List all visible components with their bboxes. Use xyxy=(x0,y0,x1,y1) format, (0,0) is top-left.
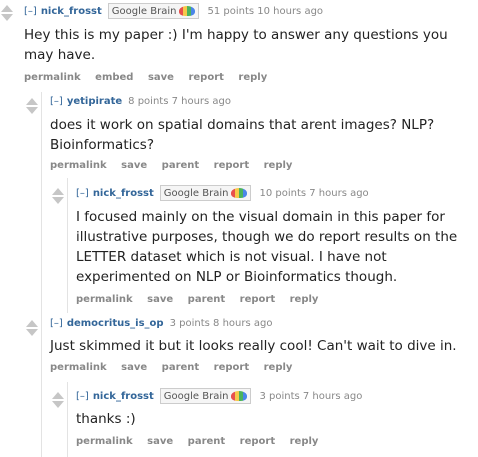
comment-actions: permalink save parent report reply xyxy=(50,160,303,171)
upvote-arrow-icon[interactable] xyxy=(52,392,64,399)
indent-line-level2 xyxy=(67,178,68,313)
reply-button[interactable]: reply xyxy=(264,362,293,373)
vote-arrows xyxy=(26,320,38,336)
score-and-time: 51 points 10 hours ago xyxy=(207,5,324,17)
user-flair: Google Brain xyxy=(159,388,252,404)
score-and-time: 3 points 7 hours ago xyxy=(259,390,363,402)
parent-button[interactable]: parent xyxy=(188,436,226,447)
upvote-arrow-icon[interactable] xyxy=(26,320,38,327)
comment-body: Hey this is my paper :) I'm happy to ans… xyxy=(24,27,448,63)
author-link[interactable]: democritus_is_op xyxy=(67,318,164,329)
reply-button[interactable]: reply xyxy=(290,436,319,447)
collapse-toggle[interactable]: [–] xyxy=(50,318,63,329)
save-button[interactable]: save xyxy=(148,72,174,83)
permalink-button[interactable]: permalink xyxy=(76,436,133,447)
vote-arrows xyxy=(1,5,13,21)
reply-button[interactable]: reply xyxy=(290,294,319,305)
downvote-arrow-icon[interactable] xyxy=(1,14,13,21)
report-button[interactable]: report xyxy=(240,294,275,305)
comment-actions: permalink save parent report reply xyxy=(76,436,329,447)
upvote-arrow-icon[interactable] xyxy=(1,5,13,12)
report-button[interactable]: report xyxy=(188,72,223,83)
save-button[interactable]: save xyxy=(147,436,173,447)
save-button[interactable]: save xyxy=(121,160,147,171)
save-button[interactable]: save xyxy=(147,294,173,305)
collapse-toggle[interactable]: [–] xyxy=(76,391,89,402)
permalink-button[interactable]: permalink xyxy=(24,72,81,83)
parent-button[interactable]: parent xyxy=(188,294,226,305)
flair-text: Google Brain xyxy=(163,390,229,402)
reply-button[interactable]: reply xyxy=(264,160,293,171)
user-flair: Google Brain xyxy=(107,3,200,19)
downvote-arrow-icon[interactable] xyxy=(26,329,38,336)
parent-button[interactable]: parent xyxy=(162,160,200,171)
report-button[interactable]: report xyxy=(214,160,249,171)
permalink-button[interactable]: permalink xyxy=(50,160,107,171)
parent-button[interactable]: parent xyxy=(162,362,200,373)
permalink-button[interactable]: permalink xyxy=(76,294,133,305)
author-link[interactable]: nick_frosst xyxy=(93,188,154,199)
comment-body: thanks :) xyxy=(76,411,136,427)
score-and-time: 10 points 7 hours ago xyxy=(259,187,369,199)
comment-actions: permalink save parent report reply xyxy=(76,294,329,305)
upvote-arrow-icon[interactable] xyxy=(26,98,38,105)
collapse-toggle[interactable]: [–] xyxy=(76,188,89,199)
permalink-button[interactable]: permalink xyxy=(50,362,107,373)
downvote-arrow-icon[interactable] xyxy=(52,197,64,204)
downvote-arrow-icon[interactable] xyxy=(52,401,64,408)
collapse-toggle[interactable]: [–] xyxy=(50,96,63,107)
upvote-arrow-icon[interactable] xyxy=(52,188,64,195)
comment-tagline: [–] nick_frosst Google Brain 3 points 7 … xyxy=(76,388,362,404)
collapse-toggle[interactable]: [–] xyxy=(24,6,37,17)
vote-arrows xyxy=(26,98,38,114)
brain-icon xyxy=(231,188,248,198)
score-and-time: 3 points 8 hours ago xyxy=(169,318,273,329)
comment-tagline: [–] democritus_is_op 3 points 8 hours ag… xyxy=(50,318,272,329)
vote-arrows xyxy=(52,392,64,408)
comment-actions: permalink save parent report reply xyxy=(50,362,303,373)
flair-text: Google Brain xyxy=(163,187,229,199)
user-flair: Google Brain xyxy=(159,185,252,201)
brain-icon xyxy=(179,6,196,16)
comment-tagline: [–] nick_frosst Google Brain 51 points 1… xyxy=(24,3,323,19)
comment-tagline: [–] yetipirate 8 points 7 hours ago xyxy=(50,96,231,107)
comment-body: Just skimmed it but it looks really cool… xyxy=(50,338,457,354)
downvote-arrow-icon[interactable] xyxy=(26,107,38,114)
reply-button[interactable]: reply xyxy=(238,72,267,83)
indent-line-level2b xyxy=(67,382,68,457)
report-button[interactable]: report xyxy=(240,436,275,447)
score-and-time: 8 points 7 hours ago xyxy=(128,96,232,107)
indent-line-level1 xyxy=(41,92,42,457)
author-link[interactable]: nick_frosst xyxy=(93,391,154,402)
report-button[interactable]: report xyxy=(214,362,249,373)
author-link[interactable]: nick_frosst xyxy=(41,6,102,17)
comment-body: does it work on spatial domains that are… xyxy=(50,117,435,153)
comment-body: I focused mainly on the visual domain in… xyxy=(76,209,458,285)
comment-tagline: [–] nick_frosst Google Brain 10 points 7… xyxy=(76,185,369,201)
author-link[interactable]: yetipirate xyxy=(67,96,122,107)
embed-button[interactable]: embed xyxy=(95,72,133,83)
vote-arrows xyxy=(52,188,64,204)
flair-text: Google Brain xyxy=(111,5,177,17)
comment-actions: permalink embed save report reply xyxy=(24,72,278,83)
save-button[interactable]: save xyxy=(121,362,147,373)
brain-icon xyxy=(231,391,248,401)
